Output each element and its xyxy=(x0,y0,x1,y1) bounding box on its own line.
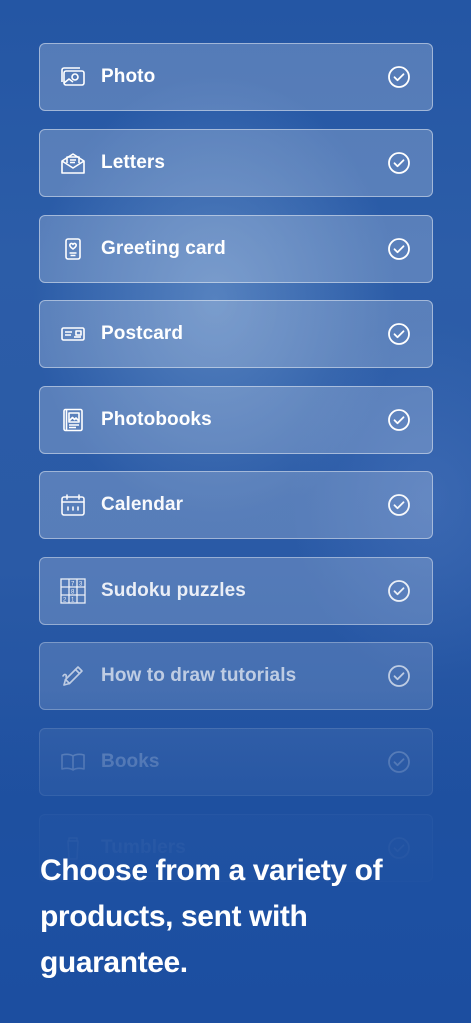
check-circle-icon[interactable] xyxy=(387,579,411,603)
check-circle-icon[interactable] xyxy=(387,408,411,432)
check-circle-icon[interactable] xyxy=(387,750,411,774)
photobook-icon xyxy=(60,407,86,433)
product-label: Greeting card xyxy=(101,238,226,259)
product-label: Books xyxy=(101,751,160,772)
open-book-icon xyxy=(60,749,86,775)
check-circle-icon[interactable] xyxy=(387,664,411,688)
headline: Choose from a variety of products, sent … xyxy=(40,854,383,979)
product-item-photo[interactable]: Photo xyxy=(39,43,433,111)
product-item-letters[interactable]: Letters xyxy=(39,129,433,197)
check-circle-icon[interactable] xyxy=(387,151,411,175)
product-item-photobooks[interactable]: Photobooks xyxy=(39,386,433,454)
product-label: Calendar xyxy=(101,494,184,515)
pencil-draw-icon xyxy=(60,663,86,689)
postcard-icon xyxy=(60,321,86,347)
product-label: Postcard xyxy=(101,323,184,344)
product-label: Letters xyxy=(101,152,166,173)
photo-icon xyxy=(60,64,86,90)
product-label: Photobooks xyxy=(101,409,212,430)
check-circle-icon[interactable] xyxy=(387,237,411,261)
product-item-greeting-card[interactable]: Greeting card xyxy=(39,215,433,283)
calendar-icon xyxy=(60,492,86,518)
product-label: How to draw tutorials xyxy=(101,665,297,686)
product-item-how-to-draw-tutorials[interactable]: How to draw tutorials xyxy=(39,642,433,710)
product-label: Sudoku puzzles xyxy=(101,580,246,601)
product-item-sudoku-puzzles[interactable]: 7 3 8 2 1 Sudoku puzzles xyxy=(39,557,433,625)
letter-envelope-icon xyxy=(60,150,86,176)
sudoku-grid-icon: 7 3 8 2 1 xyxy=(60,578,86,604)
check-circle-icon[interactable] xyxy=(387,65,411,89)
check-circle-icon[interactable] xyxy=(387,322,411,346)
product-label: Photo xyxy=(101,66,156,87)
greeting-card-icon xyxy=(60,236,86,262)
product-item-postcard[interactable]: Postcard xyxy=(39,300,433,368)
product-item-books[interactable]: Books xyxy=(39,728,433,796)
product-item-calendar[interactable]: Calendar xyxy=(39,471,433,539)
check-circle-icon[interactable] xyxy=(387,493,411,517)
